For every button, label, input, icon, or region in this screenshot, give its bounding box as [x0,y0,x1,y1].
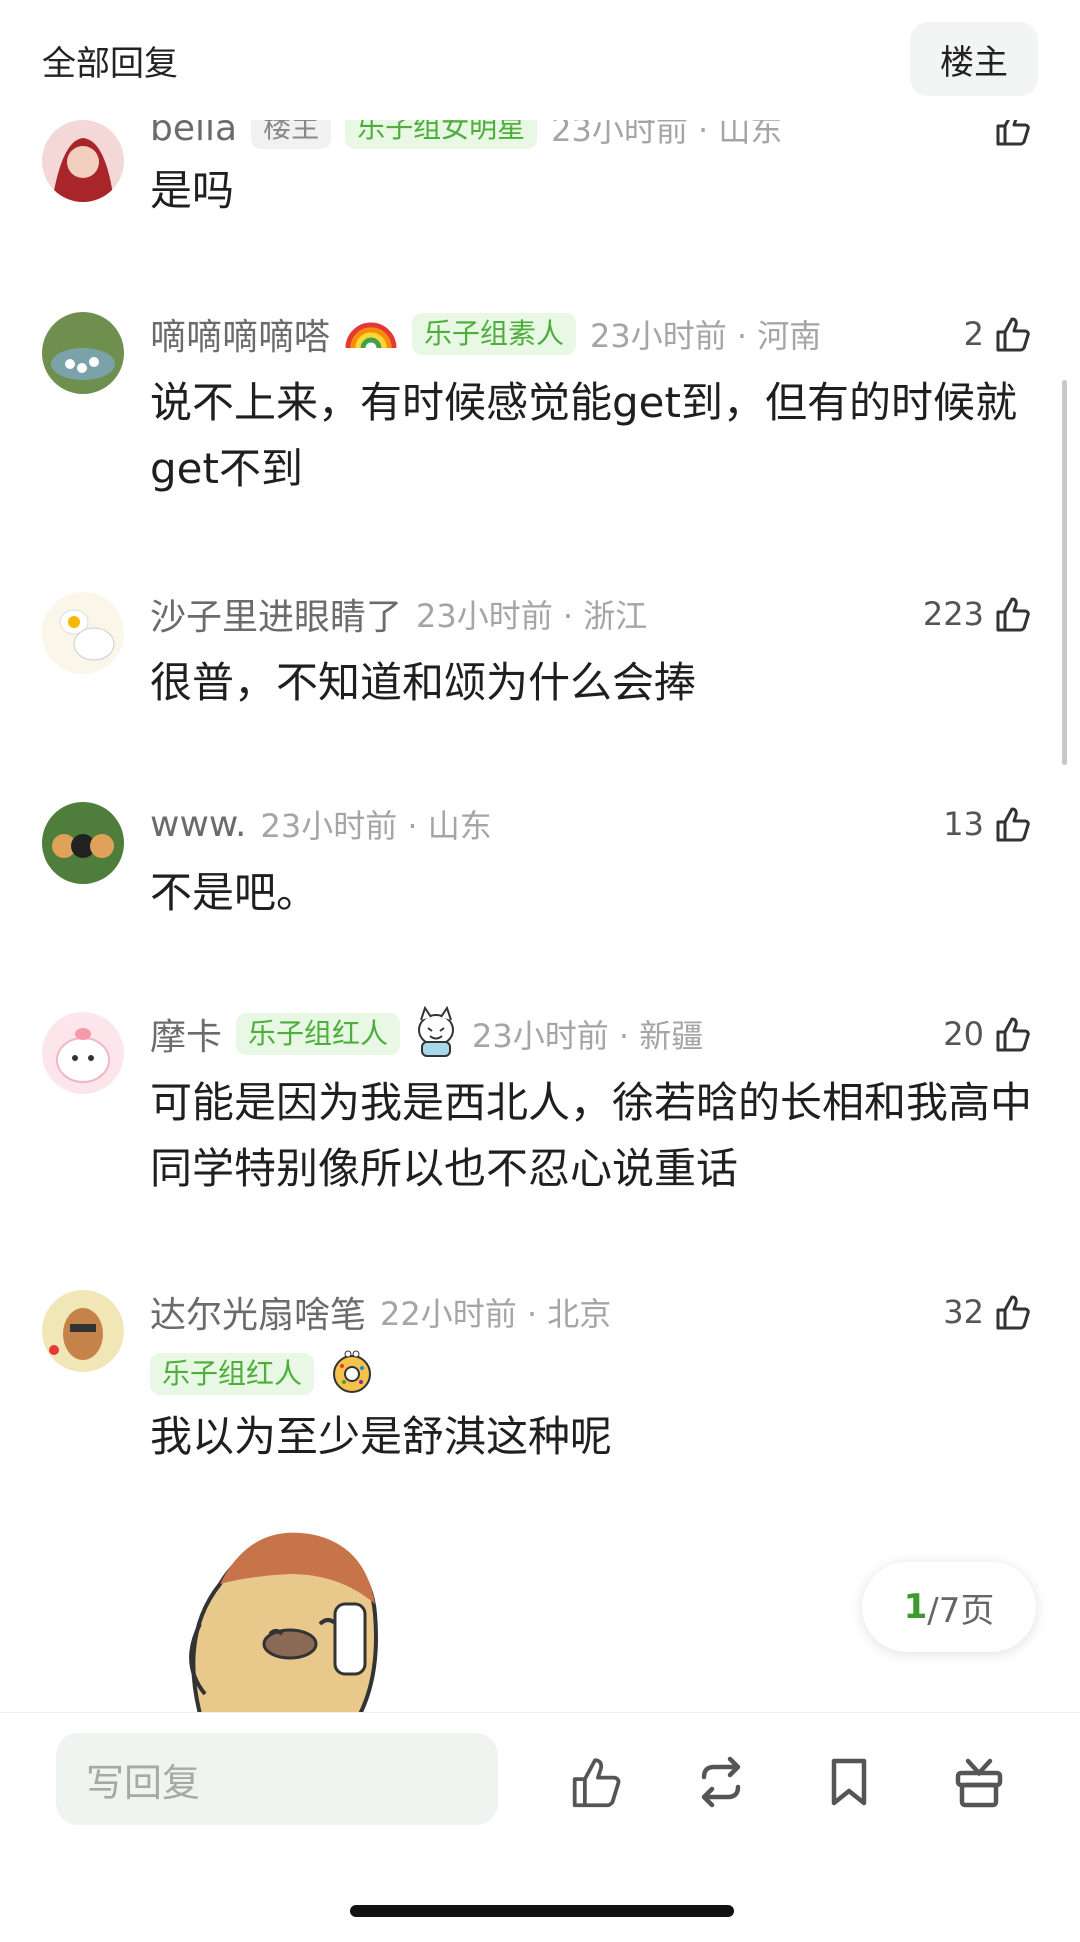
timestamp: 23小时前 · 浙江 [416,597,648,635]
timestamp: 22小时前 · 北京 [380,1295,612,1333]
like-count: 20 [943,1015,984,1053]
username[interactable]: www. [150,804,246,845]
like-button[interactable]: 20 [943,1006,1032,1062]
avatar[interactable] [42,802,124,884]
comment-text: 不是吧。 [150,868,319,917]
like-count: 223 [922,595,984,633]
home-indicator [350,1905,734,1917]
user-badge: 乐子组红人 [236,1012,401,1056]
username[interactable]: 嘀嘀嘀嘀嗒 [150,308,330,360]
avatar[interactable] [42,1012,124,1094]
thumbs-up-icon [996,1017,1030,1052]
bookmark-icon[interactable] [820,1753,878,1811]
avatar[interactable] [42,592,124,674]
like-count: 13 [943,805,984,843]
user-badge: 乐子组红人 [150,1352,315,1396]
top-bar: 全部回复 楼主 [0,0,1080,120]
like-button[interactable]: 13 [943,796,1032,852]
thumbs-up-icon [996,597,1030,632]
gift-icon[interactable] [950,1753,1008,1811]
repost-icon[interactable] [692,1753,750,1811]
username[interactable]: 摩卡 [150,1008,222,1060]
page-indicator[interactable]: 1/7页 [862,1562,1036,1652]
comment-text: 很普，不知道和颂为什么会捧 [150,658,697,707]
user-badge: 乐子组素人 [412,312,577,356]
timestamp: 23小时前 · 河南 [590,317,822,355]
comment-text: 是吗 [150,166,235,215]
timestamp: 23小时前 · 新疆 [472,1017,704,1055]
thumbs-up-icon [996,317,1030,352]
avatar[interactable] [42,312,124,394]
comment-text: 说不上来，有时候感觉能get到，但有的时候就get不到 [150,378,1017,493]
bottom-action-bar: 写回复 [0,1712,1080,1942]
comment-feed: bella 楼主 乐子组女明星 23小时前 · 山东 是吗 嘀嘀嘀嘀嗒 乐子组素… [0,0,1080,1712]
comment-text: 我以为至少是舒淇这种呢 [150,1412,613,1461]
thumbs-up-icon [996,807,1030,842]
op-only-filter-button[interactable]: 楼主 [910,22,1038,96]
comment-text: 可能是因为我是西北人，徐若晗的长相和我高中同学特别像所以也不忍心说重话 [150,1078,1033,1193]
dog-sticker-image [160,1514,430,1712]
all-replies-title: 全部回复 [42,44,178,84]
thumbs-up-icon [996,1295,1030,1330]
like-button[interactable]: 32 [943,1284,1032,1340]
like-icon[interactable] [566,1753,624,1811]
like-count: 32 [943,1293,984,1331]
donut-sticker-icon [328,1348,376,1400]
current-page: 1 [903,1587,928,1627]
cat-sticker-icon [414,1005,458,1062]
username[interactable]: 沙子里进眼睛了 [150,588,402,640]
total-pages: /7页 [927,1590,995,1631]
timestamp: 23小时前 · 山东 [260,807,492,845]
scrollbar[interactable] [1062,380,1067,765]
like-button[interactable]: 223 [923,586,1032,642]
rainbow-icon [344,312,398,356]
like-count: 2 [963,315,984,353]
like-button[interactable]: 2 [964,306,1032,362]
reply-input[interactable]: 写回复 [56,1733,498,1825]
avatar[interactable] [42,120,124,202]
avatar[interactable] [42,1290,124,1372]
username[interactable]: 达尔光扇啥笔 [150,1286,366,1338]
